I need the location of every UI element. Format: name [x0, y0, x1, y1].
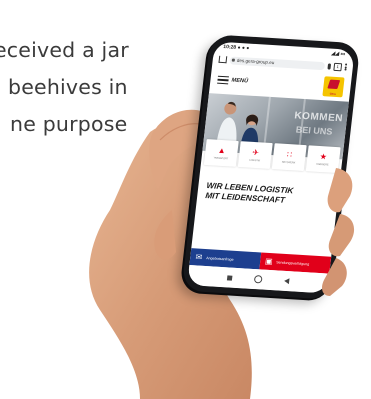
hand-fingers	[154, 168, 355, 296]
